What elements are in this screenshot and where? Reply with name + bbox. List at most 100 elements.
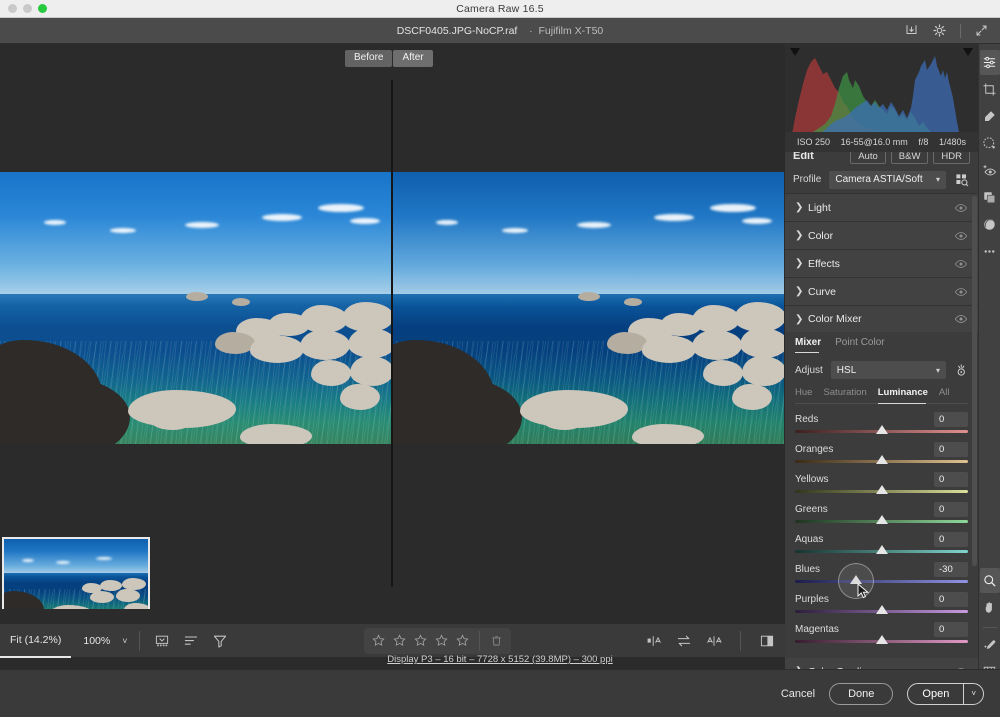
slider-value[interactable]: 0 — [934, 412, 968, 427]
thumbnail-photo — [4, 539, 148, 619]
trash-icon[interactable] — [490, 634, 503, 647]
filter-icon[interactable] — [212, 633, 228, 649]
rating-control[interactable] — [363, 627, 511, 654]
adjust-row: Adjust HSL ▾ — [795, 361, 968, 379]
slider-knob[interactable] — [875, 545, 888, 554]
slider-track[interactable] — [795, 515, 968, 524]
open-button-group[interactable]: Open ˅ — [907, 682, 984, 705]
profile-browser-grid-icon[interactable] — [954, 172, 970, 188]
preferences-gear-icon[interactable] — [932, 23, 947, 38]
section-light[interactable]: ❯ Light — [785, 194, 978, 222]
slider-oranges: Oranges 0 — [795, 442, 968, 464]
panel-scrollbar[interactable] — [972, 196, 977, 566]
after-image-pane[interactable] — [392, 172, 784, 444]
star-4-icon[interactable] — [435, 634, 448, 647]
hand-icon[interactable] — [980, 595, 1000, 620]
sort-icon[interactable] — [183, 633, 199, 649]
targeted-adjustment-tool-icon[interactable] — [953, 363, 968, 378]
slider-track[interactable] — [795, 455, 968, 464]
before-photo — [0, 172, 392, 444]
redeye-icon[interactable] — [980, 158, 1000, 183]
heal-icon[interactable] — [980, 104, 1000, 129]
shadow-clipping-indicator-icon[interactable] — [790, 48, 800, 56]
swap-icon[interactable] — [676, 633, 692, 649]
slider-value[interactable]: 0 — [934, 472, 968, 487]
slider-knob[interactable] — [875, 605, 888, 614]
section-color[interactable]: ❯ Color — [785, 222, 978, 250]
slider-value[interactable]: 0 — [934, 532, 968, 547]
section-curve[interactable]: ❯ Curve — [785, 278, 978, 306]
masking-icon[interactable] — [980, 131, 1000, 156]
after-button[interactable]: After — [393, 50, 433, 67]
done-button[interactable]: Done — [829, 682, 894, 705]
save-icon[interactable] — [904, 23, 919, 38]
presets-icon[interactable] — [980, 185, 1000, 210]
before-button[interactable]: Before — [345, 50, 393, 67]
before-after-toggle[interactable]: Before After — [345, 50, 433, 67]
visibility-eye-icon[interactable] — [954, 285, 968, 299]
slider-knob[interactable] — [875, 515, 888, 524]
profile-select[interactable]: Camera ASTIA/Soft ▾ — [829, 170, 946, 189]
slider-value[interactable]: 0 — [934, 592, 968, 607]
star-1-icon[interactable] — [372, 634, 385, 647]
image-info-link[interactable]: Display P3 – 16 bit – 7728 x 5152 (39.8M… — [0, 654, 1000, 665]
slider-track[interactable] — [795, 563, 968, 599]
slider-track[interactable] — [795, 545, 968, 554]
slider-knob[interactable] — [875, 635, 888, 644]
visibility-eye-icon[interactable] — [954, 312, 968, 326]
slider-value[interactable]: 0 — [934, 622, 968, 637]
before-image-pane[interactable] — [0, 172, 392, 444]
tab-point-color[interactable]: Point Color — [835, 337, 884, 353]
compare-left-icon[interactable] — [646, 633, 662, 649]
snapshots-icon[interactable] — [980, 212, 1000, 237]
visibility-eye-icon[interactable] — [954, 257, 968, 271]
slider-value[interactable]: 0 — [934, 442, 968, 457]
highlight-clipping-indicator-icon[interactable] — [963, 48, 973, 56]
zoom-dropdown-caret-icon[interactable]: ˅ — [122, 636, 135, 646]
zoom-icon[interactable] — [979, 568, 1000, 593]
slider-track[interactable] — [795, 425, 968, 434]
bw-button[interactable]: B&W — [890, 152, 929, 164]
hdr-button[interactable]: HDR — [933, 152, 970, 164]
slider-value[interactable]: -30 — [934, 562, 968, 577]
zoom-fit-button[interactable]: Fit (14.2%) — [0, 624, 72, 658]
slider-knob[interactable] — [875, 425, 888, 434]
chevron-right-icon: ❯ — [795, 286, 804, 297]
subtab-saturation[interactable]: Saturation — [823, 387, 866, 398]
section-color-mixer-header[interactable]: ❯ Color Mixer — [785, 306, 978, 332]
split-view-icon[interactable] — [759, 633, 775, 649]
zoom-100-button[interactable]: 100% — [71, 624, 122, 658]
star-5-icon[interactable] — [456, 634, 469, 647]
slider-blues: Blues -30 — [795, 562, 968, 599]
more-options-icon[interactable] — [980, 239, 1000, 264]
fullscreen-icon[interactable] — [974, 23, 989, 38]
open-button[interactable]: Open — [908, 684, 963, 704]
slider-value[interactable]: 0 — [934, 502, 968, 517]
color-mixer-body: Mixer Point Color Adjust HSL ▾ Hue Satur… — [785, 332, 978, 658]
histogram[interactable]: ISO 250 16-55@16.0 mm f/8 1/480s — [785, 44, 978, 152]
cancel-button[interactable]: Cancel — [781, 688, 815, 700]
slider-track[interactable] — [795, 605, 968, 614]
visibility-eye-icon[interactable] — [954, 229, 968, 243]
slider-knob[interactable] — [875, 455, 888, 464]
star-3-icon[interactable] — [414, 634, 427, 647]
slider-track[interactable] — [795, 485, 968, 494]
visibility-eye-icon[interactable] — [954, 201, 968, 215]
subtab-luminance[interactable]: Luminance — [878, 387, 928, 398]
before-after-divider[interactable] — [391, 80, 393, 587]
slider-knob[interactable] — [875, 485, 888, 494]
slider-track[interactable] — [795, 635, 968, 644]
adjust-select[interactable]: HSL ▾ — [830, 361, 946, 379]
auto-button[interactable]: Auto — [850, 152, 886, 164]
camera-raw-window: Camera Raw 16.5 DSCF0405.JPG-NoCP.raf · … — [0, 0, 1000, 717]
star-2-icon[interactable] — [393, 634, 406, 647]
compare-right-icon[interactable] — [706, 633, 722, 649]
section-effects[interactable]: ❯ Effects — [785, 250, 978, 278]
subtab-hue[interactable]: Hue — [795, 387, 812, 398]
open-dropdown-caret-icon[interactable]: ˅ — [963, 683, 983, 704]
subtab-all[interactable]: All — [939, 387, 950, 398]
filmstrip-toggle-icon[interactable] — [154, 633, 170, 649]
edit-sliders-icon[interactable] — [979, 50, 1000, 75]
crop-icon[interactable] — [980, 77, 1000, 102]
slider-aquas: Aquas 0 — [795, 532, 968, 554]
